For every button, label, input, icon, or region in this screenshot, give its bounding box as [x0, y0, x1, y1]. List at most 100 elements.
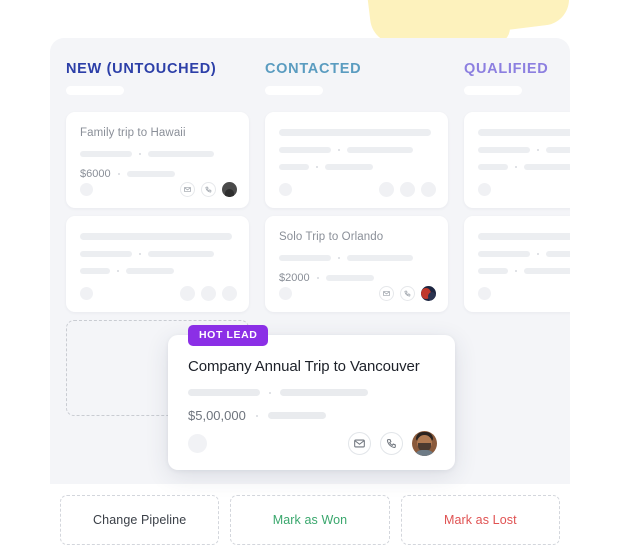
meta-separator-dot — [515, 166, 517, 168]
envelope-icon[interactable] — [379, 182, 394, 197]
pipeline-columns: NEW (UNTOUCHED) Family trip to Hawaii $6… — [50, 38, 570, 320]
meta-placeholder-bar — [546, 251, 570, 257]
meta-separator-dot — [316, 277, 319, 279]
hot-lead-card[interactable]: HOT LEAD Company Annual Trip to Vancouve… — [168, 325, 455, 470]
meta-placeholder-bar — [546, 147, 570, 153]
mark-as-won-button[interactable]: Mark as Won — [230, 495, 390, 545]
meta-separator-dot — [269, 391, 271, 394]
column-title-qualified: QUALIFIED — [464, 61, 549, 77]
lead-card-title: Family trip to Hawaii — [80, 127, 186, 139]
lead-card-title: Solo Trip to Orlando — [279, 231, 384, 243]
meta-placeholder-bar — [347, 147, 413, 153]
pipeline-column-new: NEW (UNTOUCHED) Family trip to Hawaii $6… — [50, 38, 249, 320]
lead-card[interactable]: Family trip to Hawaii $6000 — [66, 112, 249, 208]
lead-card-meta — [478, 147, 570, 153]
hot-lead-price-row: $5,00,000 — [188, 408, 435, 423]
column-header-qualified: QUALIFIED — [464, 38, 570, 95]
meta-placeholder-bar — [478, 251, 530, 257]
hot-lead-actions — [348, 431, 437, 456]
meta-placeholder-bar — [478, 147, 530, 153]
meta-separator-dot — [117, 270, 119, 272]
meta-placeholder-bar — [148, 251, 214, 257]
meta-placeholder-bar — [126, 171, 175, 177]
lead-card-meta — [478, 251, 570, 257]
meta-placeholder-bar — [267, 412, 326, 419]
column-card-list-contacted: Solo Trip to Orlando $2000 — [265, 112, 448, 312]
lead-card-price-row — [478, 164, 570, 170]
lead-card[interactable] — [66, 216, 249, 312]
column-title-new: NEW (UNTOUCHED) — [66, 61, 217, 77]
meta-separator-dot — [316, 166, 318, 168]
meta-separator-dot — [515, 270, 517, 272]
lead-card-price-row: $6000 — [80, 168, 235, 180]
avatar — [421, 286, 436, 301]
phone-icon[interactable] — [201, 182, 216, 197]
column-underline — [265, 86, 323, 95]
lead-actions-bar: Change Pipeline Mark as Won Mark as Lost — [60, 495, 560, 545]
meta-placeholder-bar — [478, 268, 508, 274]
envelope-icon[interactable] — [379, 286, 394, 301]
lead-card-actions — [180, 286, 237, 301]
column-card-list-qualified — [464, 112, 570, 312]
lead-card[interactable] — [464, 112, 570, 208]
lead-card-actions — [379, 286, 436, 301]
envelope-icon[interactable] — [180, 286, 195, 301]
phone-icon[interactable] — [380, 432, 403, 455]
lead-card-actions — [180, 182, 237, 197]
meta-placeholder-bar — [148, 151, 214, 157]
hot-lead-owner-placeholder — [188, 434, 207, 453]
meta-separator-dot — [139, 153, 141, 155]
lead-card-footer — [478, 286, 570, 301]
column-card-list-new: Family trip to Hawaii $6000 — [66, 112, 249, 312]
lead-card[interactable]: Solo Trip to Orlando $2000 — [265, 216, 448, 312]
envelope-icon[interactable] — [180, 182, 195, 197]
avatar — [222, 182, 237, 197]
meta-separator-dot — [537, 149, 539, 151]
lead-card-price-row: $2000 — [279, 272, 434, 284]
column-title-contacted: CONTACTED — [265, 61, 362, 77]
hot-lead-meta — [188, 389, 435, 396]
lead-card-price-row — [279, 164, 434, 170]
meta-placeholder-bar — [524, 268, 570, 274]
lead-card-price: $6000 — [80, 168, 111, 180]
meta-separator-dot — [537, 253, 539, 255]
column-header-contacted: CONTACTED — [265, 38, 448, 95]
envelope-icon[interactable] — [348, 432, 371, 455]
meta-placeholder-bar — [80, 151, 132, 157]
meta-placeholder-bar — [279, 164, 309, 170]
meta-placeholder-bar — [279, 147, 331, 153]
lead-card-owner-placeholder — [279, 287, 292, 300]
phone-icon[interactable] — [400, 182, 415, 197]
meta-placeholder-bar — [126, 268, 174, 274]
lead-card-owner-placeholder — [279, 183, 292, 196]
avatar — [412, 431, 437, 456]
lead-card-footer — [80, 182, 237, 197]
phone-icon[interactable] — [400, 286, 415, 301]
phone-icon[interactable] — [201, 286, 216, 301]
lead-card-meta — [80, 251, 235, 257]
lead-card-meta — [80, 151, 235, 157]
avatar-body — [414, 450, 435, 456]
pipeline-column-contacted: CONTACTED Solo Trip to Orlando $2000 — [249, 38, 448, 320]
meta-placeholder-bar — [524, 164, 570, 170]
lead-card[interactable] — [265, 112, 448, 208]
meta-placeholder-bar — [188, 389, 260, 396]
column-header-new: NEW (UNTOUCHED) — [66, 38, 249, 95]
meta-placeholder-bar — [280, 389, 368, 396]
lead-card-owner-placeholder — [478, 287, 491, 300]
meta-separator-dot — [117, 173, 120, 175]
change-pipeline-button[interactable]: Change Pipeline — [60, 495, 220, 545]
screen-root: NEW (UNTOUCHED) Family trip to Hawaii $6… — [0, 0, 620, 558]
mark-as-lost-button[interactable]: Mark as Lost — [400, 495, 560, 545]
meta-placeholder-bar — [80, 251, 132, 257]
meta-separator-dot — [255, 414, 258, 417]
hot-lead-footer — [188, 431, 437, 456]
hot-lead-price: $5,00,000 — [188, 408, 246, 423]
meta-placeholder-bar — [325, 275, 374, 281]
lead-card-owner-placeholder — [478, 183, 491, 196]
lead-card-price: $2000 — [279, 272, 310, 284]
lead-card-title-placeholder — [80, 233, 232, 240]
lead-card-actions — [379, 182, 436, 197]
lead-card[interactable] — [464, 216, 570, 312]
meta-separator-dot — [338, 149, 340, 151]
